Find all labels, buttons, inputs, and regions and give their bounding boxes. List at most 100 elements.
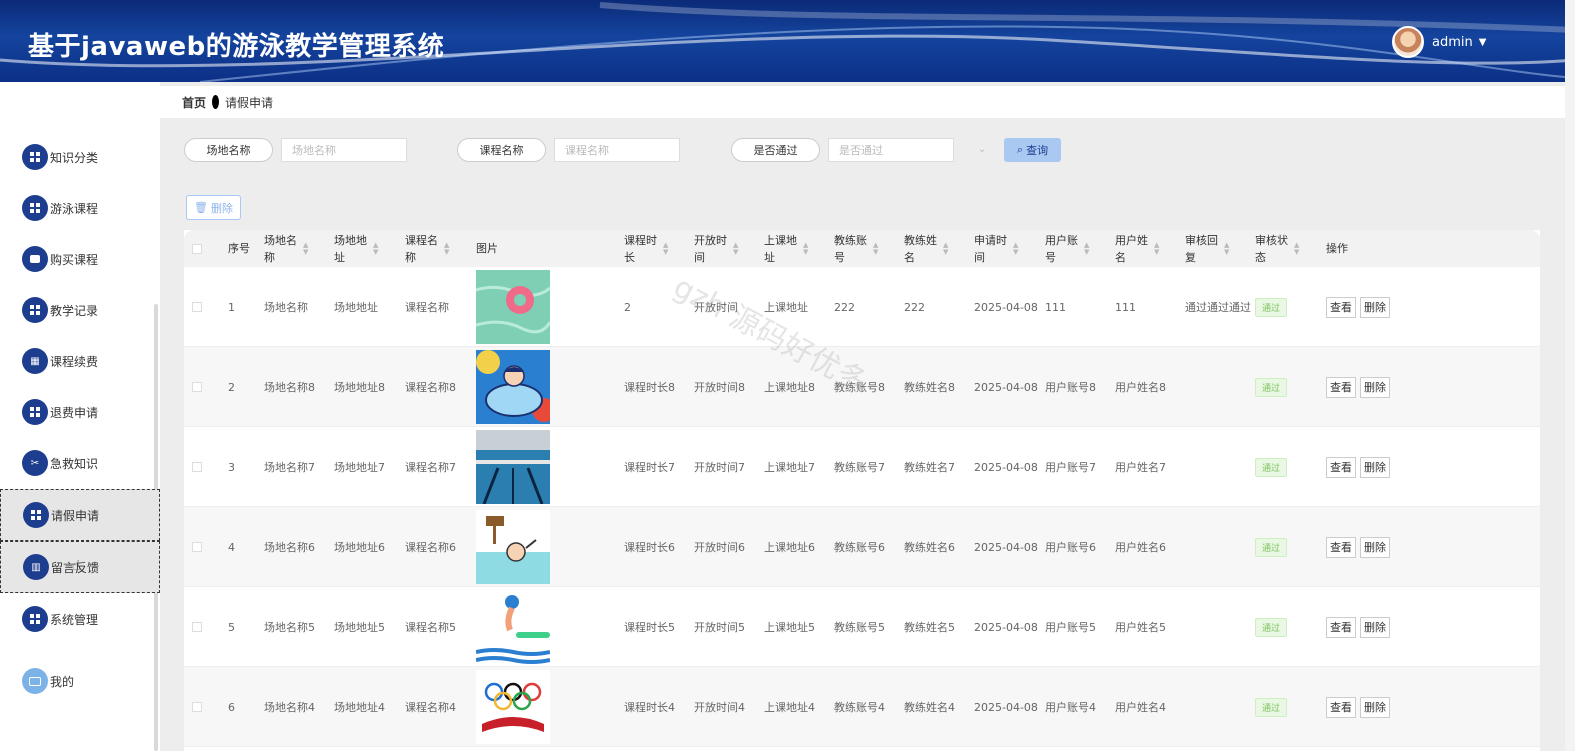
cell-actions: 查看 删除 bbox=[1326, 667, 1394, 747]
column-header-label: 用户姓名 bbox=[1115, 232, 1148, 266]
column-header-venue-name[interactable]: 场地名称 ▲ ▼ bbox=[264, 230, 308, 267]
column-header-label: 场地地址 bbox=[334, 232, 367, 266]
course-input[interactable]: 课程名称 bbox=[554, 138, 680, 162]
sidebar-item-label: 退费申请 bbox=[50, 405, 99, 420]
view-button[interactable]: 查看 bbox=[1326, 536, 1356, 558]
cell-index: 6 bbox=[228, 700, 235, 714]
row-checkbox[interactable] bbox=[192, 702, 202, 712]
cell-venue-addr: 场地地址6 bbox=[334, 541, 385, 554]
sort-icon[interactable]: ▲ ▼ bbox=[444, 241, 449, 256]
cell-course-name: 课程名称 bbox=[405, 301, 449, 314]
row-checkbox[interactable] bbox=[192, 542, 202, 552]
column-header-review-reply[interactable]: 审核回复 ▲ ▼ bbox=[1185, 230, 1229, 267]
sidebar-item-6[interactable]: 退费申请 bbox=[0, 387, 160, 437]
delete-button[interactable]: 删除 bbox=[1360, 376, 1390, 398]
column-header-coach-account[interactable]: 教练账号 ▲ ▼ bbox=[834, 230, 878, 267]
page-scrollbar[interactable] bbox=[1565, 0, 1575, 751]
sort-icon[interactable]: ▲ ▼ bbox=[943, 241, 948, 256]
column-header-label: 操作 bbox=[1326, 242, 1348, 255]
column-header-review-status[interactable]: 审核状态 ▲ ▼ bbox=[1255, 230, 1299, 267]
column-header-user-name[interactable]: 用户姓名 ▲ ▼ bbox=[1115, 230, 1159, 267]
pool-lanes-image bbox=[476, 430, 550, 504]
sort-icon[interactable]: ▲ ▼ bbox=[373, 241, 378, 256]
view-button[interactable]: 查看 bbox=[1326, 696, 1356, 718]
sidebar-item-10[interactable]: 系统管理 bbox=[0, 594, 160, 644]
view-button[interactable]: 查看 bbox=[1326, 456, 1356, 478]
cell-venue-addr: 场地地址4 bbox=[334, 701, 385, 714]
row-checkbox[interactable] bbox=[192, 462, 202, 472]
sidebar-item-1[interactable]: 知识分类 bbox=[0, 132, 160, 182]
cell-user-account: 用户账号4 bbox=[1045, 701, 1096, 714]
sidebar-item-label: 急救知识 bbox=[50, 456, 99, 471]
query-button[interactable]: ⌕ 查询 bbox=[1004, 138, 1061, 162]
sidebar-item-2[interactable]: 游泳课程 bbox=[0, 183, 160, 233]
header-line: 上课地 bbox=[764, 233, 797, 247]
sort-icon[interactable]: ▲ ▼ bbox=[303, 241, 308, 256]
avatar[interactable] bbox=[1392, 26, 1424, 58]
sidebar-item-7[interactable]: ✂ 急救知识 bbox=[0, 438, 160, 488]
pass-label: 是否通过 bbox=[731, 138, 820, 162]
user-menu[interactable]: admin ▼ bbox=[1392, 26, 1486, 58]
view-button[interactable]: 查看 bbox=[1326, 376, 1356, 398]
sidebar-item-5[interactable]: ▦ 课程续费 bbox=[0, 336, 160, 386]
sort-icon[interactable]: ▲ ▼ bbox=[1224, 241, 1229, 256]
row-checkbox[interactable] bbox=[192, 302, 202, 312]
column-header-course-name[interactable]: 课程名称 ▲ ▼ bbox=[405, 230, 449, 267]
column-header-user-account[interactable]: 用户账号 ▲ ▼ bbox=[1045, 230, 1089, 267]
olympic-rings-image bbox=[476, 670, 550, 744]
select-all-checkbox-cell bbox=[192, 230, 202, 267]
sort-icon[interactable]: ▲ ▼ bbox=[1084, 241, 1089, 256]
cell-venue-name: 场地名称 bbox=[264, 301, 308, 314]
column-header-duration[interactable]: 课程时长 ▲ ▼ bbox=[624, 230, 668, 267]
cell-user-account: 用户账号8 bbox=[1045, 381, 1096, 394]
pass-select[interactable]: 是否通过 bbox=[828, 138, 954, 162]
cell-duration: 课程时长5 bbox=[624, 621, 675, 634]
delete-button[interactable]: 删除 bbox=[1360, 296, 1390, 318]
sidebar-item-11[interactable]: 我的 bbox=[0, 656, 160, 706]
sidebar-item-4[interactable]: 教学记录 bbox=[0, 285, 160, 335]
header-line: 称 bbox=[405, 250, 416, 264]
venue-input[interactable]: 场地名称 bbox=[281, 138, 407, 162]
cell-class-addr: 上课地址5 bbox=[764, 621, 815, 634]
select-all-checkbox[interactable] bbox=[192, 243, 202, 254]
column-header-coach-name[interactable]: 教练姓名 ▲ ▼ bbox=[904, 230, 948, 267]
cell-image bbox=[476, 347, 550, 427]
grid-icon bbox=[22, 195, 48, 221]
row-checkbox-cell bbox=[192, 507, 202, 587]
column-header-apply-time[interactable]: 申请时间 ▲ ▼ bbox=[974, 230, 1018, 267]
sidebar-item-label: 游泳课程 bbox=[50, 201, 99, 216]
sidebar-item-3[interactable]: 购买课程 bbox=[0, 234, 160, 284]
sidebar-item-8[interactable]: 请假申请 bbox=[0, 489, 160, 541]
sort-icon[interactable]: ▲ ▼ bbox=[1013, 241, 1018, 256]
row-checkbox[interactable] bbox=[192, 382, 202, 392]
breadcrumb-home[interactable]: 首页 bbox=[182, 94, 206, 111]
caret-down-icon[interactable]: ▼ bbox=[1479, 37, 1487, 48]
column-header-class-addr[interactable]: 上课地址 ▲ ▼ bbox=[764, 230, 808, 267]
cell-user-name: 用户姓名5 bbox=[1115, 621, 1166, 634]
cell-duration: 课程时长7 bbox=[624, 461, 675, 474]
delete-button[interactable]: 删除 bbox=[1360, 616, 1390, 638]
sort-icon[interactable]: ▲ ▼ bbox=[873, 241, 878, 256]
view-button[interactable]: 查看 bbox=[1326, 616, 1356, 638]
sort-icon[interactable]: ▲ ▼ bbox=[733, 241, 738, 256]
column-header-open-time[interactable]: 开放时间 ▲ ▼ bbox=[694, 230, 738, 267]
batch-delete-button[interactable]: 🗑 删除 bbox=[186, 195, 241, 220]
cell-image bbox=[476, 587, 550, 667]
status-badge: 通过 bbox=[1255, 617, 1288, 637]
sort-icon[interactable]: ▲ ▼ bbox=[1294, 241, 1299, 256]
delete-button[interactable]: 删除 bbox=[1360, 536, 1390, 558]
username[interactable]: admin bbox=[1432, 35, 1473, 50]
delete-button[interactable]: 删除 bbox=[1360, 456, 1390, 478]
header-line: 间 bbox=[694, 250, 705, 264]
cell-review-status: 通过 bbox=[1255, 667, 1288, 747]
column-header-venue-addr[interactable]: 场地地址 ▲ ▼ bbox=[334, 230, 378, 267]
sort-icon[interactable]: ▲ ▼ bbox=[1154, 241, 1159, 256]
sort-icon[interactable]: ▲ ▼ bbox=[663, 241, 668, 256]
sort-icon[interactable]: ▲ ▼ bbox=[803, 241, 808, 256]
view-button[interactable]: 查看 bbox=[1326, 296, 1356, 318]
column-header-label: 课程时长 bbox=[624, 232, 657, 266]
chevron-down-icon[interactable]: ⌄ bbox=[978, 144, 986, 155]
breadcrumb-separator-icon bbox=[212, 95, 220, 109]
delete-button[interactable]: 删除 bbox=[1360, 696, 1390, 718]
row-checkbox[interactable] bbox=[192, 622, 202, 632]
